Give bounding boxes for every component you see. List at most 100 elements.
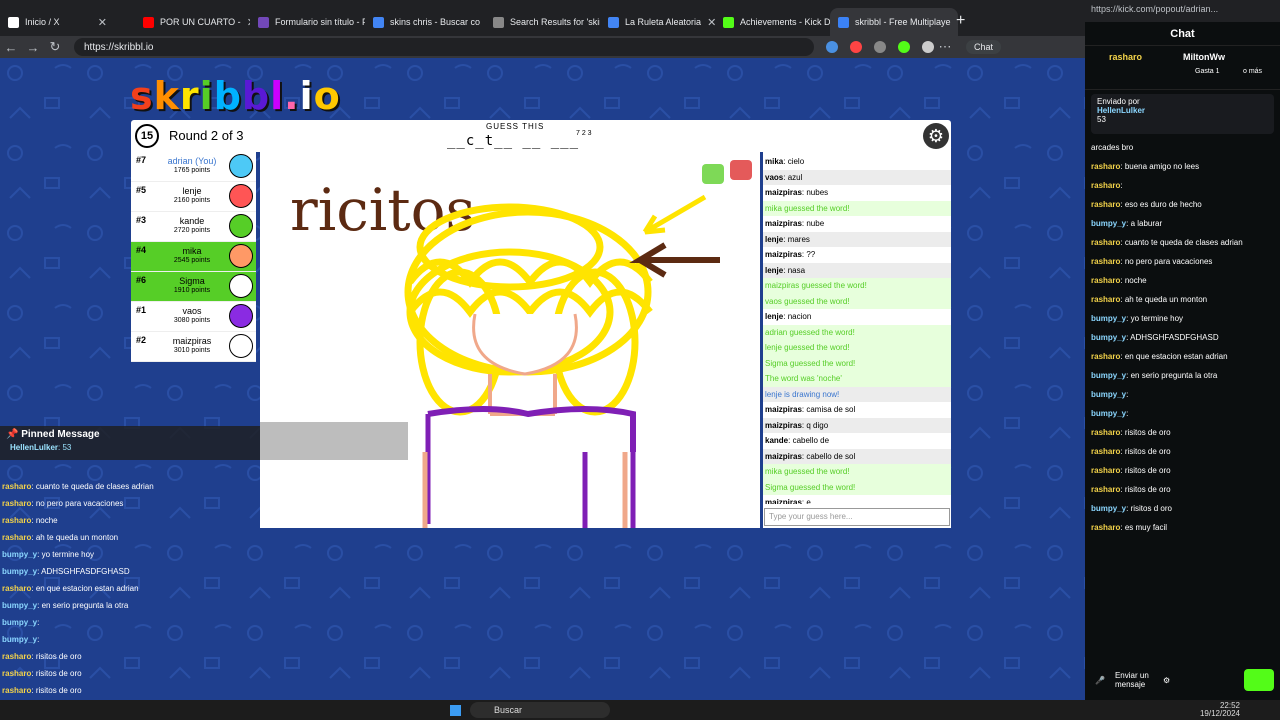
- extension-icon[interactable]: [898, 41, 910, 53]
- tab-6[interactable]: Achievements - Kick Da✕: [715, 8, 830, 36]
- kick-message: rasharo: cuanto te queda de clases adria…: [1091, 238, 1243, 247]
- tab-title: La Ruleta Aleatoria: [625, 17, 702, 27]
- kick-message: rasharo: risitos de oro: [1091, 428, 1171, 437]
- chat-text: vaos guessed the word!: [765, 296, 850, 306]
- gear-icon[interactable]: ⚙: [923, 123, 949, 149]
- logo-letter: r: [179, 74, 200, 118]
- chat-text: azul: [787, 172, 803, 182]
- word-hint: __c_t__ __ ___: [447, 133, 580, 149]
- chat-message: vaos: azul: [763, 169, 951, 185]
- back-icon[interactable]: ←: [0, 40, 22, 55]
- extension-icon[interactable]: [874, 41, 886, 53]
- kick-top-gifters: rasharo MiltonWw Gasta 1 o más: [1085, 46, 1280, 90]
- kick-text: ah te queda un monton: [1124, 295, 1208, 304]
- kick-message: rasharo: no pero para vacaciones: [1091, 257, 1213, 266]
- player-name: lenje: [182, 186, 202, 196]
- kick-message: rasharo: en que estacion estan adrian: [1091, 352, 1228, 361]
- tab-2[interactable]: Formulario sin título - Fo✕: [250, 8, 365, 36]
- kick-message: rasharo: noche: [1091, 276, 1147, 285]
- chat-message: maizpiras guessed the word!: [763, 278, 951, 294]
- overlay-text: yo termine hoy: [41, 550, 95, 559]
- guess-input[interactable]: Type your guess here...: [764, 508, 950, 526]
- kick-message: bumpy_y: en serio pregunta la otra: [1091, 371, 1218, 380]
- chat-text: mares: [787, 234, 810, 244]
- hair-scribble: [404, 203, 653, 416]
- chat-message: vaos guessed the word!: [763, 293, 951, 309]
- kick-message: bumpy_y: yo termine hoy: [1091, 314, 1184, 323]
- chat-message: maizpiras: nube: [765, 219, 825, 228]
- top-gifter-2: MiltonWw: [1183, 52, 1225, 62]
- windows-start-icon[interactable]: [450, 705, 461, 716]
- kick-text: risitos de oro: [1124, 447, 1171, 456]
- new-tab-button[interactable]: +: [956, 12, 965, 30]
- chat-text: mika guessed the word!: [765, 467, 850, 476]
- logo-letter: .: [284, 74, 300, 118]
- chat-message: lenje: nasa: [763, 262, 951, 278]
- reload-icon[interactable]: ↻: [44, 39, 66, 55]
- close-tab-icon[interactable]: ✕: [98, 16, 107, 29]
- tab-4[interactable]: Search Results for 'skin✕: [485, 8, 600, 36]
- kick-message: bumpy_y: risitos d oro: [1091, 504, 1172, 513]
- tab-5[interactable]: La Ruleta Aleatoria ✕: [600, 8, 715, 36]
- arms: [422, 452, 628, 528]
- drawing-canvas[interactable]: ricitos: [260, 152, 760, 528]
- overlay-text: risitos de oro: [35, 686, 82, 695]
- gift-info: Gasta 1: [1195, 68, 1220, 75]
- settings-icon[interactable]: ⚙: [1163, 676, 1170, 685]
- kick-text: risitos de oro: [1124, 466, 1171, 475]
- kick-user: rasharo: [1091, 181, 1121, 190]
- overlay-user: rasharo: [2, 686, 32, 695]
- chat-user: kande: [765, 436, 789, 445]
- close-tab-icon[interactable]: ✕: [707, 16, 715, 29]
- tab-favicon-icon: [373, 16, 384, 28]
- extension-icon[interactable]: [850, 41, 862, 53]
- overlay-user: rasharo: [2, 533, 32, 542]
- kick-user: bumpy_y: [1091, 314, 1127, 323]
- chat-text: nacion: [787, 312, 812, 321]
- player-name: maizpiras: [172, 336, 212, 346]
- skribbl-page: skribbl.io 15 Round 2 of 3 GUESS THIS __…: [0, 58, 1085, 700]
- forward-icon[interactable]: →: [22, 40, 44, 55]
- kick-messages: arcades bro rasharo: buena amigo no lees r…: [1085, 138, 1280, 610]
- chat-message: mika: cielo: [765, 157, 805, 166]
- chat-list: mika: cielo vaos: azul maizpiras: nubes mik…: [763, 152, 951, 504]
- send-button[interactable]: [1244, 669, 1274, 691]
- kick-text: noche: [1124, 276, 1147, 285]
- profile-icon[interactable]: [922, 41, 934, 53]
- tab-1[interactable]: POR UN CUARTO -✕: [135, 8, 250, 36]
- thumbs-up-icon[interactable]: [702, 164, 724, 184]
- player-row: #4 mika 2545 points: [131, 242, 256, 272]
- copilot-chat-button[interactable]: Chat: [966, 40, 1002, 54]
- tab-7[interactable]: skribbl - Free Multiplaye✕: [830, 8, 958, 36]
- clock: 22:52 19/12/2024: [1200, 702, 1240, 718]
- tab-favicon-icon: [723, 16, 734, 28]
- kick-message: rasharo:: [1091, 181, 1123, 190]
- player-row: #3 kande 2720 points: [131, 212, 256, 242]
- chat-user: maizpiras: [765, 420, 802, 430]
- mic-icon[interactable]: 🎤: [1095, 676, 1105, 685]
- tab-0[interactable]: Inicio / X ✕: [0, 8, 115, 36]
- overlay-message: rasharo: no pero para vacaciones: [2, 499, 124, 508]
- tab-3[interactable]: skins chris - Buscar con✕: [365, 8, 480, 36]
- tab-favicon-icon: [258, 16, 269, 28]
- chat-message: maizpiras: cabello de sol: [763, 448, 951, 464]
- chat-user: mika: [765, 157, 784, 166]
- kick-send-input[interactable]: Enviar un mensaje: [1115, 671, 1153, 689]
- player-avatar: [229, 334, 253, 358]
- stream-chat-overlay: rasharo: cuanto te queda de clases adria…: [0, 422, 260, 700]
- pinned-by: Enviado por: [1097, 97, 1140, 106]
- tab-title: Formulario sin título - Fo: [275, 17, 365, 27]
- url-field[interactable]: https://skribbl.io: [74, 38, 814, 56]
- thumbs-down-icon[interactable]: [730, 160, 752, 180]
- player-list: #7 adrian (You) 1765 points #5 lenje 2160 poi…: [131, 152, 256, 362]
- more-menu-icon[interactable]: ⋯: [934, 39, 956, 55]
- kick-user: rasharo: [1091, 485, 1121, 494]
- chat-message: maizpiras: ??: [765, 250, 816, 259]
- extension-icon[interactable]: [826, 41, 838, 53]
- taskbar-search[interactable]: Buscar: [470, 702, 610, 718]
- overlay-user: rasharo: [2, 482, 32, 491]
- player-name: kande: [179, 216, 205, 226]
- kick-text: es muy facil: [1124, 523, 1168, 532]
- kick-message: rasharo: risitos de oro: [1091, 466, 1171, 475]
- taskbar: Buscar 22:52 19/12/2024: [0, 700, 1280, 720]
